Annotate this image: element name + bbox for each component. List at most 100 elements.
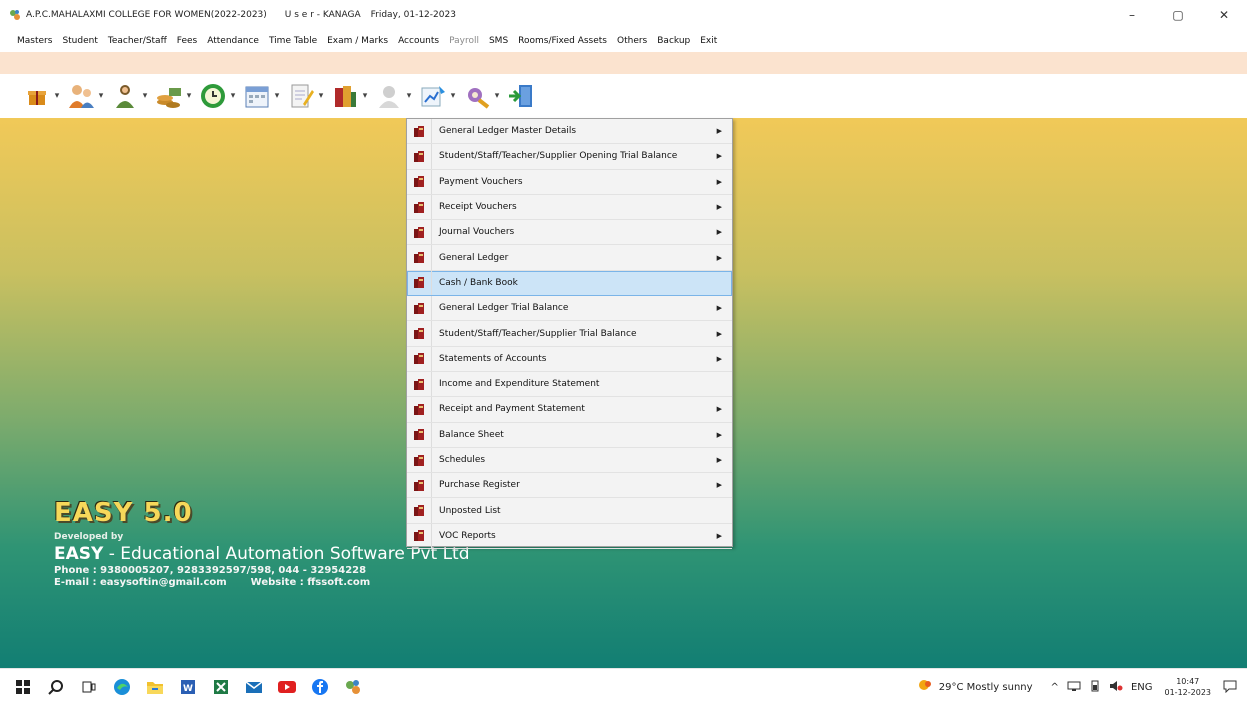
menu-item-purchase-register[interactable]: Purchase Register ▶: [407, 473, 732, 499]
menu-divider: [431, 144, 432, 169]
menu-item-payment-vouchers[interactable]: Payment Vouchers ▶: [407, 169, 732, 195]
menu-item-schedules[interactable]: Schedules ▶: [407, 447, 732, 474]
toolbar-button-gift[interactable]: ▾: [22, 81, 62, 111]
menu-item-general-ledger[interactable]: General Ledger ▶: [407, 245, 732, 271]
header-strip: [0, 52, 1247, 74]
edge-icon[interactable]: [105, 669, 138, 704]
dropdown-arrow-icon[interactable]: ▾: [316, 91, 326, 101]
menu-divider: [431, 321, 432, 346]
toolbar-button-books[interactable]: ▾: [330, 81, 370, 111]
submenu-arrow-icon: ▶: [716, 253, 722, 262]
menu-exam-marks[interactable]: Exam / Marks: [327, 36, 388, 46]
menu-fees[interactable]: Fees: [177, 36, 197, 46]
clock[interactable]: 10:47 01-12-2023: [1165, 676, 1212, 698]
word-icon[interactable]: W: [171, 669, 204, 704]
menu-exit[interactable]: Exit: [700, 36, 717, 46]
menu-item-income-and-expenditure-statement[interactable]: Income and Expenditure Statement: [407, 371, 732, 398]
toolbar-button-calendar[interactable]: ▾: [242, 81, 282, 111]
facebook-icon[interactable]: [303, 669, 336, 704]
menu-item-balance-sheet[interactable]: Balance Sheet ▶: [407, 422, 732, 448]
title-bar: A.P.C.MAHALAXMI COLLEGE FOR WOMEN(2022-2…: [0, 0, 1247, 30]
menu-others[interactable]: Others: [617, 36, 647, 46]
menu-item-label: Unposted List: [439, 505, 501, 516]
menu-item-label: Schedules: [439, 455, 486, 465]
task-view-icon[interactable]: [72, 669, 105, 704]
dropdown-arrow-icon[interactable]: ▾: [272, 91, 282, 101]
toolbar-button-notepad[interactable]: ▾: [286, 81, 326, 111]
toolbar-button-money[interactable]: ▾: [154, 81, 194, 111]
submenu-arrow-icon: ▶: [716, 456, 722, 464]
menu-item-general-ledger-master-details[interactable]: General Ledger Master Details ▶: [407, 119, 732, 145]
dropdown-arrow-icon[interactable]: ▾: [360, 91, 370, 101]
submenu-arrow-icon: ▶: [716, 329, 722, 338]
menu-item-student-staff-teacher-supplier-trial-balance[interactable]: Student/Staff/Teacher/Supplier Trial Bal…: [407, 321, 732, 347]
company-contact: E-mail : easysoftin@gmail.com Website : f…: [54, 577, 470, 588]
battery-icon[interactable]: [1089, 680, 1101, 695]
menu-item-label: Statements of Accounts: [439, 353, 547, 364]
dropdown-arrow-icon[interactable]: ▾: [96, 91, 106, 101]
excel-icon[interactable]: [204, 669, 237, 704]
menu-backup[interactable]: Backup: [657, 36, 690, 46]
menu-item-label: Receipt and Payment Statement: [439, 404, 585, 415]
menu-item-statements-of-accounts[interactable]: Statements of Accounts ▶: [407, 346, 732, 372]
toolbar-button-students[interactable]: ▾: [110, 81, 150, 111]
menu-accounts[interactable]: Accounts: [398, 36, 439, 46]
menu-attendance[interactable]: Attendance: [207, 36, 259, 46]
search-icon[interactable]: [39, 669, 72, 704]
menu-item-receipt-vouchers[interactable]: Receipt Vouchers ▶: [407, 194, 732, 221]
minimize-button[interactable]: –: [1109, 0, 1155, 30]
menu-divider: [431, 346, 432, 371]
dropdown-arrow-icon[interactable]: ▾: [448, 91, 458, 101]
tray-chevron-icon[interactable]: ^: [1051, 682, 1059, 693]
menu-item-label: General Ledger Master Details: [439, 126, 577, 137]
dropdown-arrow-icon[interactable]: ▾: [184, 91, 194, 101]
toolbar-button-teacher[interactable]: ▾: [66, 81, 106, 111]
dropdown-arrow-icon[interactable]: ▾: [228, 91, 238, 101]
toolbar: ▾ ▾ ▾ ▾ ▾ ▾ ▾ ▾ ▾ ▾ ▾: [0, 74, 1247, 118]
toolbar-button-exit-door[interactable]: [506, 81, 536, 111]
network-icon[interactable]: [1067, 680, 1081, 695]
youtube-icon[interactable]: [270, 669, 303, 704]
menu-item-student-staff-teacher-supplier-opening-trial-balance[interactable]: Student/Staff/Teacher/Supplier Opening T…: [407, 144, 732, 170]
menu-item-label: Payment Vouchers: [439, 176, 523, 187]
notifications-icon[interactable]: [1223, 679, 1237, 696]
clock-icon: [198, 81, 228, 111]
menu-rooms-fixed-assets[interactable]: Rooms/Fixed Assets: [518, 36, 607, 46]
maximize-button[interactable]: ▢: [1155, 0, 1201, 30]
weather-icon: [917, 678, 933, 697]
menu-teacher-staff[interactable]: Teacher/Staff: [108, 36, 167, 46]
submenu-arrow-icon: ▶: [716, 430, 722, 439]
mail-icon[interactable]: [237, 669, 270, 704]
language-indicator[interactable]: ENG: [1131, 682, 1153, 693]
menu-item-voc-reports[interactable]: VOC Reports ▶: [407, 523, 732, 550]
close-button[interactable]: ✕: [1201, 0, 1247, 30]
dropdown-arrow-icon[interactable]: ▾: [52, 91, 62, 101]
windows-start-icon[interactable]: [6, 669, 39, 704]
toolbar-button-person[interactable]: ▾: [374, 81, 414, 111]
menu-masters[interactable]: Masters: [17, 36, 52, 46]
book-icon: [407, 226, 431, 239]
company-website: Website : ffssoft.com: [250, 577, 371, 588]
toolbar-button-chart[interactable]: ▾: [418, 81, 458, 111]
toolbar-button-clock[interactable]: ▾: [198, 81, 238, 111]
file-explorer-icon[interactable]: [138, 669, 171, 704]
calendar-icon: [242, 81, 272, 111]
menu-sms[interactable]: SMS: [489, 36, 508, 46]
menu-time-table[interactable]: Time Table: [269, 36, 317, 46]
menu-item-journal-vouchers[interactable]: Journal Vouchers ▶: [407, 220, 732, 246]
menu-item-receipt-and-payment-statement[interactable]: Receipt and Payment Statement ▶: [407, 397, 732, 423]
dropdown-arrow-icon[interactable]: ▾: [404, 91, 414, 101]
toolbar-button-tools[interactable]: ▾: [462, 81, 502, 111]
menu-student[interactable]: Student: [62, 36, 97, 46]
easy-app-icon[interactable]: [336, 669, 369, 704]
menu-payroll[interactable]: Payroll: [449, 36, 479, 46]
menu-item-cash-bank-book[interactable]: Cash / Bank Book: [407, 270, 732, 297]
menu-item-general-ledger-trial-balance[interactable]: General Ledger Trial Balance ▶: [407, 296, 732, 322]
menu-item-unposted-list[interactable]: Unposted List: [407, 498, 732, 524]
dropdown-arrow-icon[interactable]: ▾: [140, 91, 150, 101]
menu-item-label: Balance Sheet: [439, 429, 504, 440]
dropdown-arrow-icon[interactable]: ▾: [492, 91, 502, 101]
volume-icon[interactable]: [1109, 680, 1123, 695]
weather-widget[interactable]: 29°C Mostly sunny: [917, 678, 1033, 697]
book-icon: [407, 125, 431, 138]
